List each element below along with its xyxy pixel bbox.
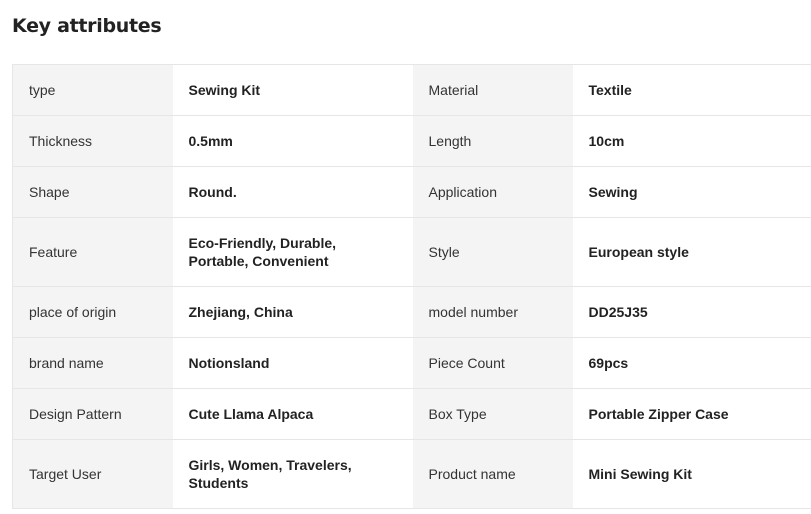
attribute-label: Shape	[12, 166, 173, 218]
attribute-label: type	[12, 64, 173, 116]
section-title: Key attributes	[12, 15, 162, 37]
attribute-value: Girls, Women, Travelers, Students	[172, 439, 413, 509]
attribute-label: Design Pattern	[12, 388, 173, 440]
table-row: type Sewing Kit Material Textile	[12, 64, 811, 116]
attribute-label: brand name	[12, 337, 173, 389]
attribute-value: 10cm	[572, 115, 811, 167]
attribute-value: 69pcs	[572, 337, 811, 389]
attribute-value: Sewing	[572, 166, 811, 218]
table-row: Feature Eco-Friendly, Durable, Portable,…	[12, 217, 811, 287]
attribute-value: Sewing Kit	[172, 64, 413, 116]
attribute-value: Portable Zipper Case	[572, 388, 811, 440]
table-row: Thickness 0.5mm Length 10cm	[12, 115, 811, 167]
attribute-label: Style	[412, 217, 573, 287]
attribute-value: Eco-Friendly, Durable, Portable, Conveni…	[172, 217, 413, 287]
attribute-value: Round.	[172, 166, 413, 218]
table-row: Design Pattern Cute Llama Alpaca Box Typ…	[12, 388, 811, 440]
attribute-value: Mini Sewing Kit	[572, 439, 811, 509]
attribute-value: 0.5mm	[172, 115, 413, 167]
attribute-value: Cute Llama Alpaca	[172, 388, 413, 440]
attribute-label: Length	[412, 115, 573, 167]
attribute-value: European style	[572, 217, 811, 287]
key-attributes-table: type Sewing Kit Material Textile Thickne…	[12, 64, 811, 509]
attribute-label: Feature	[12, 217, 173, 287]
attribute-label: Application	[412, 166, 573, 218]
attribute-label: Piece Count	[412, 337, 573, 389]
table-row: Target User Girls, Women, Travelers, Stu…	[12, 439, 811, 509]
table-row: Shape Round. Application Sewing	[12, 166, 811, 218]
table-row: brand name Notionsland Piece Count 69pcs	[12, 337, 811, 389]
attribute-label: Material	[412, 64, 573, 116]
attribute-value: Notionsland	[172, 337, 413, 389]
attribute-label: Thickness	[12, 115, 173, 167]
attribute-label: Product name	[412, 439, 573, 509]
attribute-value: DD25J35	[572, 286, 811, 338]
table-row: place of origin Zhejiang, China model nu…	[12, 286, 811, 338]
attribute-label: place of origin	[12, 286, 173, 338]
attribute-value: Zhejiang, China	[172, 286, 413, 338]
attribute-label: Box Type	[412, 388, 573, 440]
attribute-label: model number	[412, 286, 573, 338]
attribute-label: Target User	[12, 439, 173, 509]
attribute-value: Textile	[572, 64, 811, 116]
